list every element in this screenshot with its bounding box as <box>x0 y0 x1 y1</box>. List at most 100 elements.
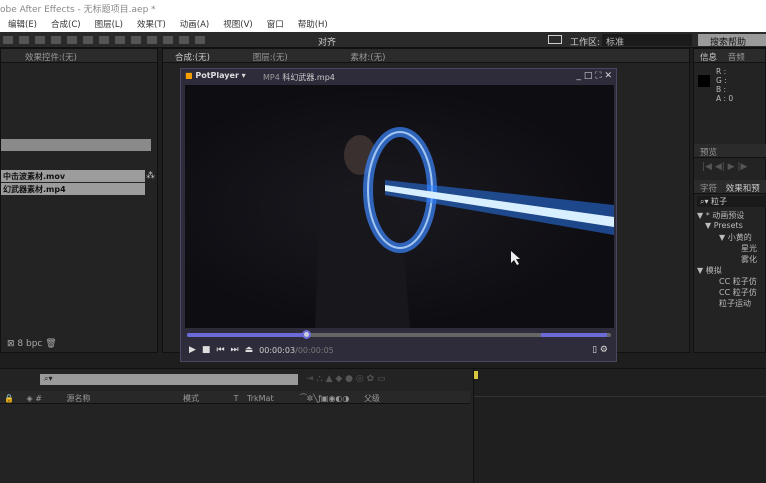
tab-composition[interactable]: 合成:(无) <box>175 53 210 62</box>
pen-tool-icon[interactable] <box>99 36 109 44</box>
menu-animation[interactable]: 动画(A) <box>180 18 209 32</box>
rotate-tool-icon[interactable] <box>35 36 45 44</box>
info-tabs: 信息 音频 <box>694 49 765 63</box>
seek-handle[interactable] <box>301 330 311 339</box>
bpc-label[interactable]: 8 bpc <box>17 339 42 349</box>
info-b: B : <box>716 85 727 94</box>
timeline-panel: ⌕▾ ⇥ ⛬ ▲ ◆ ● ◎ ✿ ▭ 🔒 ◈ # 源名称 模式 T TrkMat… <box>0 368 766 483</box>
menu-bar: 编辑(E) 合成(C) 图层(L) 效果(T) 动画(A) 视图(V) 窗口 帮… <box>0 14 766 32</box>
playlist-icon[interactable]: ▯ <box>592 345 597 355</box>
col-layer-name[interactable]: 源名称 <box>66 394 90 403</box>
camera-tool-icon[interactable] <box>51 36 61 44</box>
mask-tool-icon[interactable] <box>83 36 93 44</box>
stop-icon[interactable]: ■ <box>202 345 211 355</box>
tree-item[interactable]: CC 粒子仿 <box>697 287 757 298</box>
menu-composition[interactable]: 合成(C) <box>51 18 81 32</box>
menu-edit[interactable]: 编辑(E) <box>8 18 37 32</box>
col-parent[interactable]: 父级 <box>364 394 380 403</box>
effect-controls-tab[interactable]: 效果控件:(无) <box>1 49 157 63</box>
tree-item[interactable]: CC 粒子仿 <box>697 276 757 287</box>
play-icon[interactable]: ▶ <box>189 345 196 355</box>
menu-effect[interactable]: 效果(T) <box>137 18 166 32</box>
tab-character[interactable]: 字符 <box>700 184 717 193</box>
potplayer-logo-icon: ■ <box>185 71 193 80</box>
pan-tool-icon[interactable] <box>67 36 77 44</box>
info-r: R : <box>716 67 727 76</box>
lock-icon[interactable]: 🔒 <box>4 394 14 403</box>
menu-layer[interactable]: 图层(L) <box>95 18 123 32</box>
menu-help[interactable]: 帮助(H) <box>298 18 328 32</box>
time-ruler[interactable] <box>474 387 766 397</box>
settings-gear-icon[interactable]: ⚙ <box>600 345 608 355</box>
workspace-icon <box>548 35 562 44</box>
trash-icon[interactable]: 🗑 <box>45 339 56 349</box>
brush-tool-icon[interactable] <box>131 36 141 44</box>
info-g: G : <box>716 76 727 85</box>
project-footer: ⊠ 8 bpc 🗑 <box>7 339 57 349</box>
effects-search-input[interactable]: ⌕▾ 粒子 <box>697 196 766 207</box>
tools-bar: 对齐 工作区: 标准 搜索帮助 <box>0 32 766 48</box>
effect-controls-panel: 效果控件:(无) 中击波素材.mov 幻武器素材.mp4 ⁂ ⊠ 8 bpc 🗑 <box>0 48 158 353</box>
project-item[interactable]: 幻武器素材.mp4 <box>1 183 145 195</box>
tree-item[interactable]: 雾化 <box>697 254 757 265</box>
interpret-icon[interactable]: ⊠ <box>7 339 17 349</box>
clone-tool-icon[interactable] <box>147 36 157 44</box>
tree-item[interactable]: ▼ 模拟 <box>697 265 757 276</box>
tree-item[interactable]: ▼ * 动画预设 <box>697 210 757 221</box>
tab-info[interactable]: 信息 <box>700 53 717 62</box>
volume-slider[interactable] <box>541 333 607 337</box>
project-item[interactable]: 中击波素材.mov <box>1 170 145 182</box>
potplayer-logo[interactable]: ■ PotPlayer ▾ <box>185 71 246 80</box>
tree-item[interactable]: ▼ Presets <box>697 221 757 232</box>
menu-view[interactable]: 视图(V) <box>223 18 252 32</box>
zoom-tool-icon[interactable] <box>19 36 29 44</box>
person-body <box>315 192 410 328</box>
eraser-tool-icon[interactable] <box>163 36 173 44</box>
title-bar: obe After Effects - 无标题项目.aep * <box>0 0 766 15</box>
hand-tool-icon[interactable] <box>3 36 13 44</box>
search-help-input[interactable]: 搜索帮助 <box>698 34 766 48</box>
roto-tool-icon[interactable] <box>179 36 189 44</box>
work-area-start[interactable] <box>474 371 478 379</box>
time-ruler-area[interactable] <box>473 369 766 483</box>
tree-item[interactable]: ▼ 小黄的 <box>697 232 757 243</box>
current-time: 00:00:03 <box>259 345 296 355</box>
info-values: R :G :B :A : 0 <box>716 67 733 103</box>
duration: 00:00:05 <box>297 345 334 355</box>
tab-effects-presets[interactable]: 效果和预 <box>726 184 760 193</box>
col-mode[interactable]: 模式 <box>183 394 199 403</box>
text-tool-icon[interactable] <box>115 36 125 44</box>
menu-window[interactable]: 窗口 <box>267 18 284 32</box>
next-icon[interactable]: ⏭ <box>231 345 239 355</box>
tree-item[interactable]: 粒子运动 <box>697 298 757 309</box>
timeline-search-input[interactable]: ⌕▾ <box>40 374 298 385</box>
maximize-icon[interactable]: □ <box>584 71 593 81</box>
close-icon[interactable]: ✕ <box>604 71 612 81</box>
tab-audio[interactable]: 音频 <box>728 53 745 62</box>
tab-layer[interactable]: 图层:(无) <box>253 53 288 62</box>
tab-footage[interactable]: 素材:(无) <box>350 53 385 62</box>
timeline-switch-icons[interactable]: ⇥ ⛬ ▲ ◆ ● ◎ ✿ ▭ <box>306 374 385 384</box>
project-search-input[interactable] <box>1 139 151 151</box>
previous-icon[interactable]: ⏮ <box>216 345 224 355</box>
timeline-header: 🔒 ◈ # 源名称 模式 T TrkMat ⁀✲╲ƒ▣◉◐◑ 父级 <box>0 391 470 404</box>
col-t: T <box>233 394 239 403</box>
effects-search-value: 粒子 <box>711 197 728 206</box>
eject-icon[interactable]: ⏏ <box>245 345 254 355</box>
puppet-tool-icon[interactable] <box>195 36 205 44</box>
video-content <box>315 127 614 328</box>
color-swatch <box>698 75 710 87</box>
workspace-select[interactable]: 标准 <box>602 34 692 48</box>
flowchart-icon[interactable]: ⁂ <box>146 171 155 181</box>
preview-controls[interactable]: |◀ ◀| ▶ |▶ <box>702 162 747 172</box>
align-label[interactable]: 对齐 <box>318 35 336 48</box>
video-frame[interactable] <box>185 85 614 328</box>
comp-tabs: 合成:(无) 图层:(无) 素材:(无) <box>163 49 689 63</box>
mouse-cursor-icon <box>511 251 520 265</box>
info-a: A : 0 <box>716 94 734 103</box>
col-trkmat[interactable]: TrkMat <box>247 394 274 403</box>
tree-item[interactable]: 星光 <box>697 243 757 254</box>
minimize-icon[interactable]: _ <box>577 71 582 81</box>
tab-preview[interactable]: 预览 <box>694 144 766 158</box>
fullscreen-icon[interactable]: ⛶ <box>595 71 601 81</box>
